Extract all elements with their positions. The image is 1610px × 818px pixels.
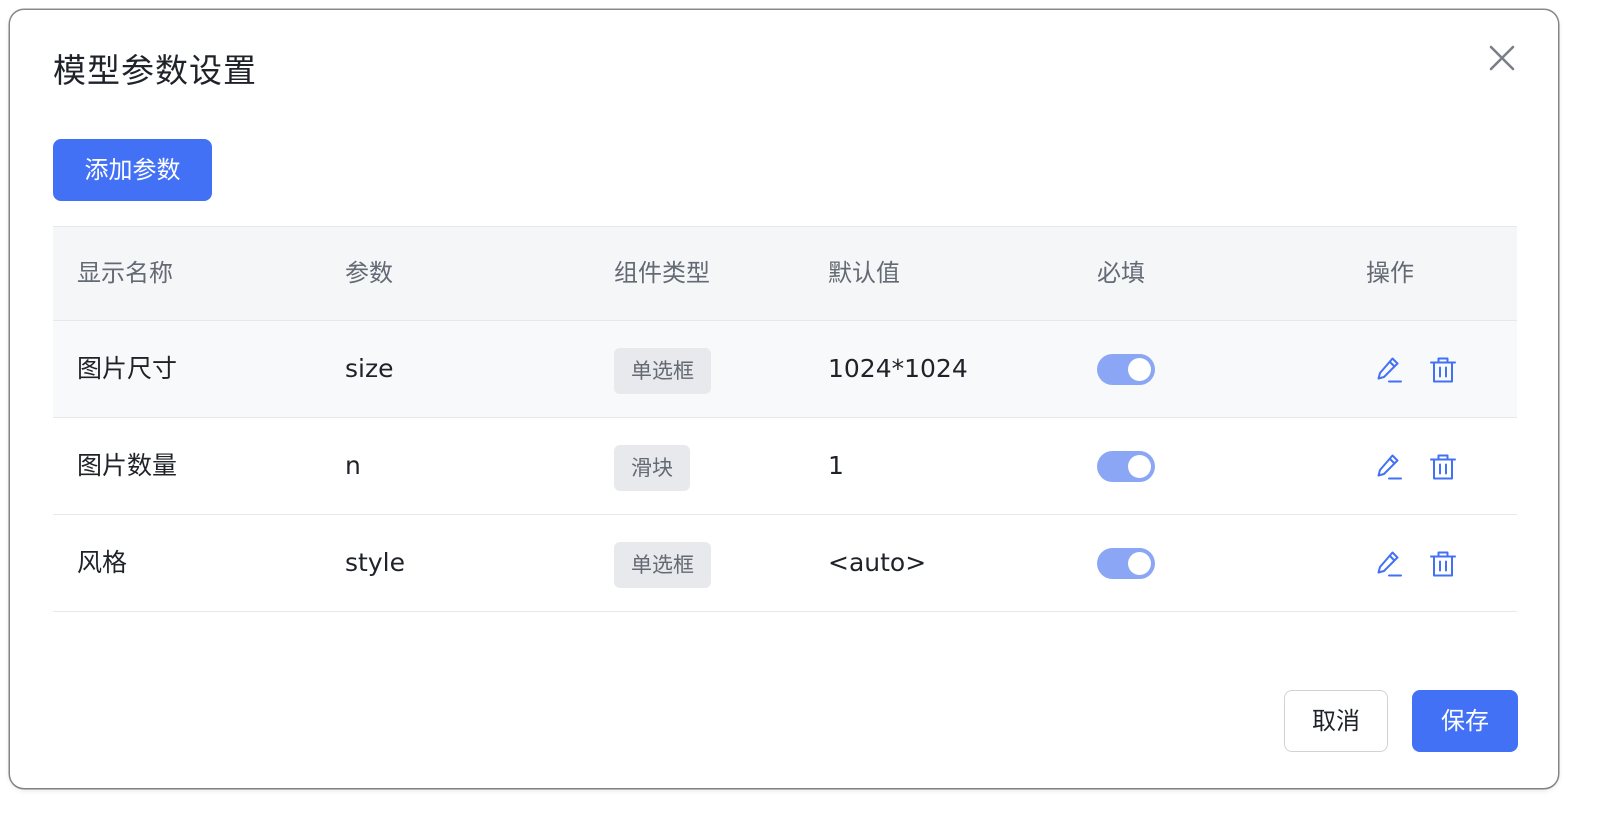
- edit-button[interactable]: [1373, 451, 1405, 483]
- required-toggle[interactable]: [1097, 354, 1155, 385]
- component-type-tag: 单选框: [614, 542, 711, 588]
- required-toggle[interactable]: [1097, 451, 1155, 482]
- edit-icon: [1373, 451, 1405, 483]
- table-header: 显示名称 参数 组件类型 默认值 必填 操作: [53, 226, 1517, 321]
- save-button[interactable]: 保存: [1412, 690, 1518, 752]
- component-type-tag: 滑块: [614, 445, 690, 491]
- delete-button[interactable]: [1427, 548, 1459, 580]
- header-display-name: 显示名称: [77, 259, 173, 287]
- close-icon: [1484, 40, 1520, 76]
- row-default-value: 1: [828, 451, 844, 480]
- row-param: n: [345, 451, 361, 480]
- cancel-button[interactable]: 取消: [1284, 690, 1388, 752]
- row-display-name: 图片数量: [77, 451, 178, 480]
- dialog-title: 模型参数设置: [53, 51, 257, 90]
- row-display-name: 图片尺寸: [77, 354, 178, 383]
- delete-icon: [1427, 548, 1459, 580]
- add-param-button[interactable]: 添加参数: [53, 139, 212, 201]
- toggle-knob: [1128, 455, 1151, 478]
- row-param: size: [345, 354, 394, 383]
- delete-icon: [1427, 451, 1459, 483]
- delete-button[interactable]: [1427, 354, 1459, 386]
- row-default-value: 1024*1024: [828, 354, 968, 383]
- row-default-value: <auto>: [828, 548, 927, 577]
- edit-icon: [1373, 354, 1405, 386]
- model-params-dialog: 模型参数设置 添加参数 显示名称 参数 组件类型 默认值 必填 操作 图片尺寸 …: [10, 10, 1558, 788]
- toggle-knob: [1128, 358, 1151, 381]
- close-button[interactable]: [1484, 40, 1520, 76]
- table-row: 图片数量 n 滑块 1: [53, 418, 1517, 515]
- edit-button[interactable]: [1373, 548, 1405, 580]
- table-row: 风格 style 单选框 <auto>: [53, 515, 1517, 612]
- toggle-knob: [1128, 552, 1151, 575]
- delete-button[interactable]: [1427, 451, 1459, 483]
- row-param: style: [345, 548, 405, 577]
- required-toggle[interactable]: [1097, 548, 1155, 579]
- params-table: 显示名称 参数 组件类型 默认值 必填 操作 图片尺寸 size 单选框 102…: [53, 226, 1517, 612]
- header-default-value: 默认值: [828, 259, 900, 287]
- header-component-type: 组件类型: [614, 259, 710, 287]
- delete-icon: [1427, 354, 1459, 386]
- header-actions: 操作: [1366, 259, 1414, 287]
- component-type-tag: 单选框: [614, 348, 711, 394]
- edit-icon: [1373, 548, 1405, 580]
- header-required: 必填: [1097, 259, 1145, 287]
- header-param: 参数: [345, 259, 393, 287]
- table-row: 图片尺寸 size 单选框 1024*1024: [53, 321, 1517, 418]
- edit-button[interactable]: [1373, 354, 1405, 386]
- row-display-name: 风格: [77, 548, 128, 577]
